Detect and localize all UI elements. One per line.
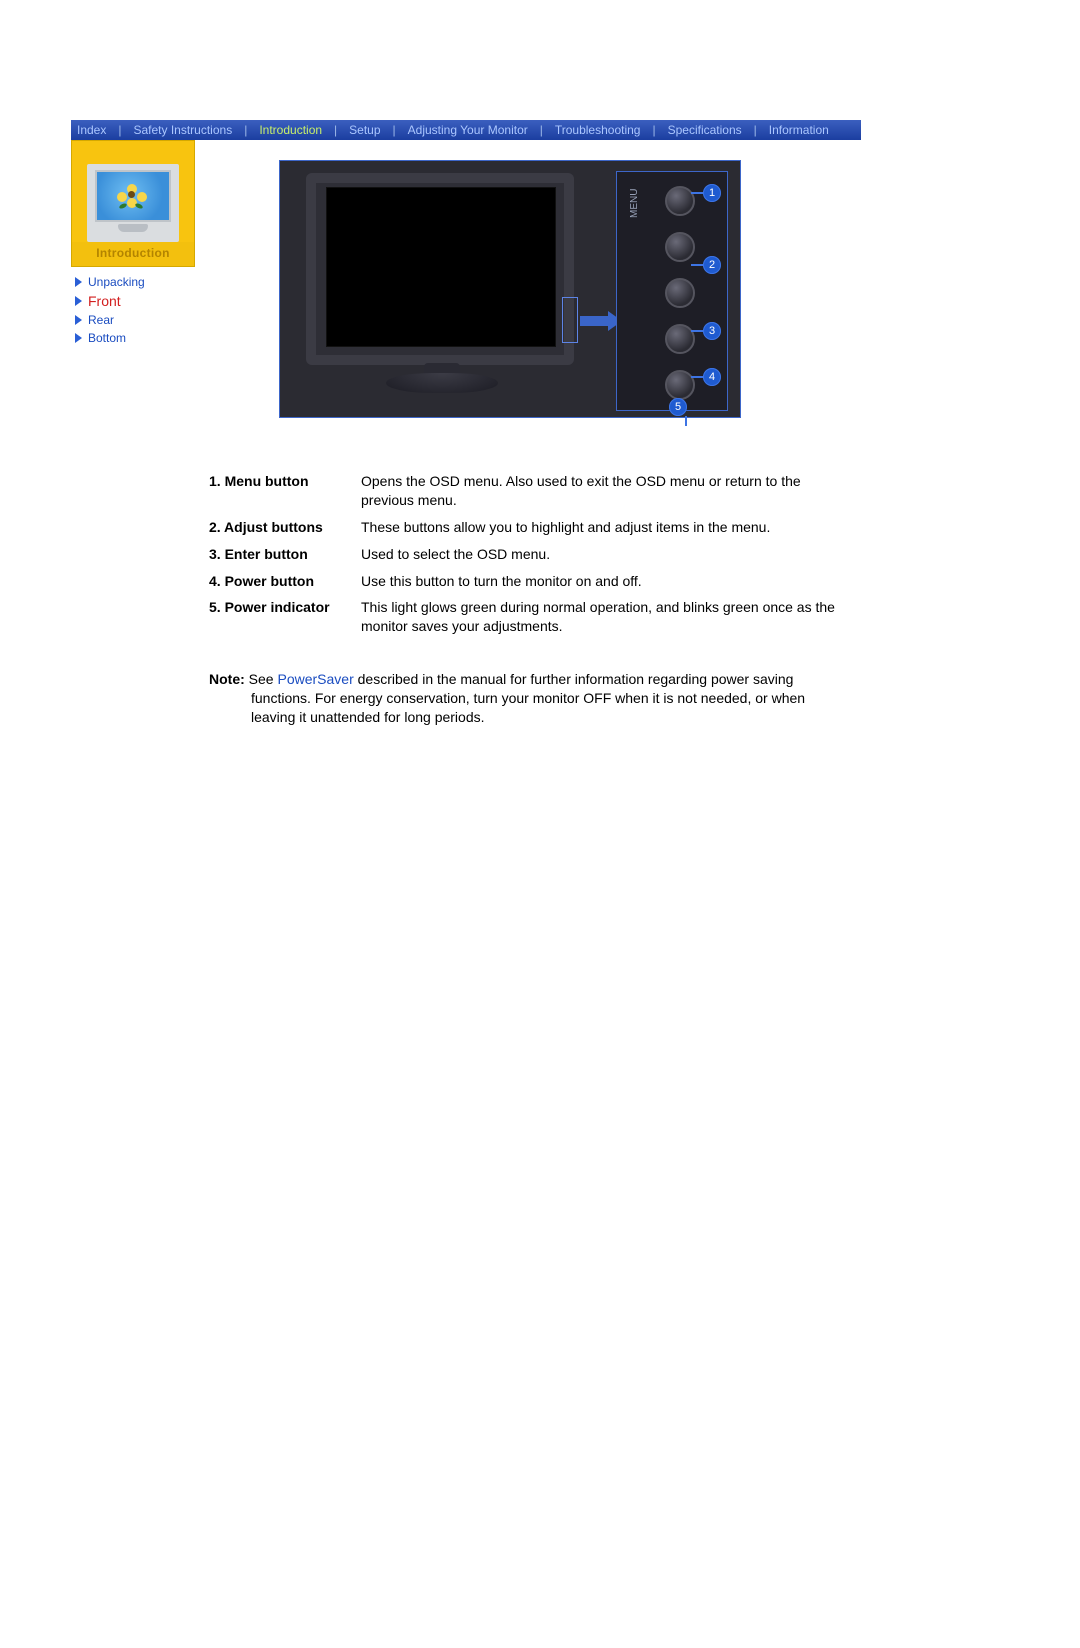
arrow-icon	[75, 333, 82, 343]
definition-term: 4. Power button	[209, 572, 361, 591]
sidebar-section-label: Introduction	[72, 242, 194, 266]
arrow-icon	[75, 296, 82, 306]
definition-list: 1. Menu buttonOpens the OSD menu. Also u…	[209, 468, 849, 640]
nav-separator: |	[534, 123, 549, 137]
monitor-thumbnail	[87, 164, 179, 242]
nav-separator: |	[328, 123, 343, 137]
button-panel: MENU 1 2 3 4 5	[616, 171, 728, 411]
power-button-graphic	[665, 370, 695, 400]
callout-3: 3	[703, 322, 721, 340]
nav-separator: |	[112, 123, 127, 137]
arrow-icon	[75, 277, 82, 287]
note-post1: described in the manual for further info…	[354, 671, 794, 687]
sidebar-item-unpacking[interactable]: Unpacking	[75, 273, 197, 291]
adjust-up-button-graphic	[665, 232, 695, 262]
nav-separator: |	[748, 123, 763, 137]
definition-desc: Use this button to turn the monitor on a…	[361, 572, 849, 591]
nav-introduction[interactable]: Introduction	[253, 123, 328, 137]
definition-desc: Opens the OSD menu. Also used to exit th…	[361, 472, 849, 510]
monitor-graphic	[306, 173, 586, 399]
definition-row: 4. Power buttonUse this button to turn t…	[209, 568, 849, 595]
sidebar-hero: Introduction	[71, 140, 195, 267]
definition-row: 3. Enter buttonUsed to select the OSD me…	[209, 541, 849, 568]
sidebar-link[interactable]: Rear	[88, 313, 114, 327]
nav-troubleshooting[interactable]: Troubleshooting	[549, 123, 647, 137]
definition-term: 5. Power indicator	[209, 598, 361, 636]
sidebar-item-front[interactable]: Front	[75, 291, 197, 311]
callout-1: 1	[703, 184, 721, 202]
definition-row: 1. Menu buttonOpens the OSD menu. Also u…	[209, 468, 849, 514]
sidebar-link[interactable]: Front	[88, 293, 121, 309]
sidebar-item-bottom[interactable]: Bottom	[75, 329, 197, 347]
menu-button-graphic	[665, 186, 695, 216]
nav-separator: |	[646, 123, 661, 137]
callout-2: 2	[703, 256, 721, 274]
note-line2: functions. For energy conservation, turn…	[251, 690, 805, 706]
callout-5: 5	[669, 398, 687, 416]
note-block: Note: See PowerSaver described in the ma…	[209, 670, 849, 727]
definition-row: 2. Adjust buttonsThese buttons allow you…	[209, 514, 849, 541]
sidebar-link[interactable]: Unpacking	[88, 275, 145, 289]
menu-label: MENU	[629, 189, 640, 218]
nav-index[interactable]: Index	[71, 123, 112, 137]
sidebar-links: Unpacking Front Rear Bottom	[71, 267, 197, 347]
definition-desc: This light glows green during normal ope…	[361, 598, 849, 636]
definition-term: 2. Adjust buttons	[209, 518, 361, 537]
callout-4: 4	[703, 368, 721, 386]
nav-information[interactable]: Information	[763, 123, 835, 137]
definition-row: 5. Power indicatorThis light glows green…	[209, 594, 849, 640]
note-line3: leaving it unattended for long periods.	[251, 709, 485, 725]
note-label: Note:	[209, 671, 245, 687]
note-pre: See	[249, 671, 278, 687]
sidebar: Introduction Unpacking Front Rear Bottom	[71, 140, 197, 727]
arrow-icon	[75, 315, 82, 325]
nav-specifications[interactable]: Specifications	[662, 123, 748, 137]
definition-term: 3. Enter button	[209, 545, 361, 564]
adjust-down-button-graphic	[665, 278, 695, 308]
definition-term: 1. Menu button	[209, 472, 361, 510]
main-content: MENU 1 2 3 4 5 1. Menu buttonOpens the O…	[209, 140, 869, 727]
nav-setup[interactable]: Setup	[343, 123, 386, 137]
sidebar-item-rear[interactable]: Rear	[75, 311, 197, 329]
enter-button-graphic	[665, 324, 695, 354]
nav-safety-instructions[interactable]: Safety Instructions	[127, 123, 238, 137]
top-nav: Index|Safety Instructions|Introduction|S…	[71, 120, 861, 140]
monitor-front-illustration: MENU 1 2 3 4 5	[279, 160, 741, 418]
sidebar-link[interactable]: Bottom	[88, 331, 126, 345]
nav-separator: |	[238, 123, 253, 137]
flower-icon	[119, 186, 145, 206]
nav-separator: |	[387, 123, 402, 137]
nav-adjusting-your-monitor[interactable]: Adjusting Your Monitor	[402, 123, 534, 137]
powersaver-link[interactable]: PowerSaver	[277, 671, 353, 687]
definition-desc: Used to select the OSD menu.	[361, 545, 849, 564]
definition-desc: These buttons allow you to highlight and…	[361, 518, 849, 537]
